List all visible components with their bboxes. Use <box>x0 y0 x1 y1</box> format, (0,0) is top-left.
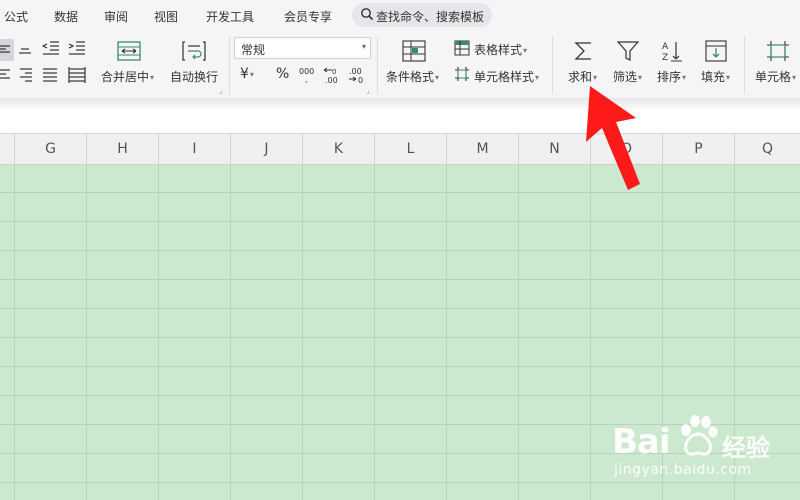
merge-center-label: 合并居中 <box>101 70 150 84</box>
column-header-cell[interactable]: P <box>662 134 734 164</box>
column-header: G H I J K L M N O P Q <box>0 134 800 165</box>
chevron-down-icon: ▾ <box>593 73 598 82</box>
svg-text:0: 0 <box>358 76 363 84</box>
menu-formulas[interactable]: 公式 <box>4 8 28 25</box>
cell-format-icon[interactable] <box>766 40 790 62</box>
fill-icon[interactable] <box>705 40 727 62</box>
table-style-label: 表格样式 <box>474 43 523 57</box>
svg-text:.00: .00 <box>349 67 362 76</box>
menu-data[interactable]: 数据 <box>54 8 78 25</box>
filter-icon[interactable] <box>617 40 639 62</box>
cell-style-label: 单元格样式 <box>474 70 535 84</box>
column-header-cell[interactable]: Q <box>734 134 800 164</box>
chevron-down-icon: ▾ <box>682 73 687 82</box>
number-format-value: 常规 <box>241 43 266 57</box>
sum-icon[interactable] <box>573 40 595 62</box>
align-left-icon[interactable] <box>0 43 12 55</box>
sort-button[interactable]: 排序▾ <box>657 68 686 85</box>
chevron-down-icon: ▾ <box>249 70 254 79</box>
svg-text:.00: .00 <box>325 76 338 84</box>
chevron-down-icon: ▾ <box>150 73 155 82</box>
percent-button[interactable]: % <box>276 66 289 82</box>
align-right-icon[interactable] <box>18 67 34 83</box>
wrap-text-icon[interactable] <box>182 41 206 61</box>
number-format-select[interactable]: 常规 ▾ <box>234 37 371 59</box>
menu-member[interactable]: 会员专享 <box>284 8 332 25</box>
group-separator <box>377 36 378 94</box>
merge-center-icon[interactable] <box>117 41 141 61</box>
sort-icon[interactable]: AZ <box>661 40 683 62</box>
watermark-brand-cn: 经验 <box>722 434 770 462</box>
chevron-down-icon: ▾ <box>638 73 643 82</box>
column-header-cell[interactable]: I <box>158 134 230 164</box>
align-justify-left-icon[interactable] <box>0 68 12 82</box>
table-style-icon[interactable] <box>454 40 470 56</box>
thousands-separator-icon[interactable]: 000, <box>298 66 318 84</box>
dialog-launcher-icon[interactable]: ⌟ <box>366 86 370 95</box>
column-header-cell[interactable]: M <box>446 134 518 164</box>
conditional-format-icon[interactable] <box>402 40 426 62</box>
group-separator <box>744 36 745 94</box>
group-separator <box>552 36 553 94</box>
decrease-decimal-icon[interactable]: .00 0 <box>347 66 367 84</box>
column-header-cell[interactable]: H <box>86 134 158 164</box>
menu-view[interactable]: 视图 <box>154 8 178 25</box>
svg-text:A: A <box>662 42 669 52</box>
sort-label: 排序 <box>657 70 682 84</box>
column-header-cell[interactable]: G <box>14 134 86 164</box>
distributed-icon[interactable] <box>68 67 86 83</box>
fill-button[interactable]: 填充▾ <box>701 68 730 85</box>
align-bottom-icon[interactable] <box>18 42 32 56</box>
chevron-down-icon: ▾ <box>726 73 731 82</box>
menu-developer[interactable]: 开发工具 <box>206 8 254 25</box>
conditional-format-label: 条件格式 <box>386 70 435 84</box>
chevron-down-icon: ▾ <box>792 73 797 82</box>
chevron-down-icon: ▾ <box>535 73 540 82</box>
baidu-watermark: Bai 经验 jingyan.baidu.com <box>612 412 792 492</box>
currency-button[interactable]: ¥▾ <box>240 66 254 82</box>
watermark-brand: Bai <box>612 422 671 462</box>
svg-text:0: 0 <box>332 68 336 76</box>
chevron-down-icon: ▾ <box>523 46 528 55</box>
column-header-cell[interactable]: J <box>230 134 302 164</box>
currency-symbol: ¥ <box>240 66 249 82</box>
conditional-format-button[interactable]: 条件格式▾ <box>386 68 439 85</box>
command-search[interactable]: 查找命令、搜索模板 <box>352 3 492 27</box>
justify-icon[interactable] <box>42 67 58 83</box>
column-header-cell[interactable]: L <box>374 134 446 164</box>
svg-text:Z: Z <box>662 53 668 62</box>
decrease-indent-icon[interactable] <box>42 40 60 56</box>
table-style-button[interactable]: 表格样式▾ <box>474 41 527 58</box>
watermark-url: jingyan.baidu.com <box>614 462 752 478</box>
search-placeholder: 查找命令、搜索模板 <box>376 10 485 24</box>
chevron-down-icon: ▾ <box>361 42 366 51</box>
red-arrow-annotation <box>586 86 640 190</box>
menu-bar: 公式 数据 审阅 视图 开发工具 会员专享 查找命令、搜索模板 <box>0 0 800 32</box>
dialog-launcher-icon[interactable]: ⌟ <box>219 86 223 95</box>
formula-bar[interactable] <box>0 108 800 134</box>
cell-label: 单元格 <box>755 70 792 84</box>
svg-text:,: , <box>305 75 308 84</box>
increase-indent-icon[interactable] <box>68 40 86 56</box>
wrap-text-label[interactable]: 自动换行 <box>170 68 218 85</box>
cell-style-button[interactable]: 单元格样式▾ <box>474 68 539 85</box>
column-header-cell[interactable]: K <box>302 134 374 164</box>
search-icon <box>361 8 374 21</box>
group-separator <box>229 36 230 94</box>
baidu-paw-icon <box>681 415 718 456</box>
cell-style-icon[interactable] <box>454 66 470 82</box>
fill-label: 填充 <box>701 70 726 84</box>
ribbon-divider <box>0 98 800 108</box>
increase-decimal-icon[interactable]: 0.00 <box>322 66 342 84</box>
chevron-down-icon: ▾ <box>435 73 440 82</box>
cell-button[interactable]: 单元格▾ <box>755 68 796 85</box>
menu-review[interactable]: 审阅 <box>104 8 128 25</box>
merge-center-button[interactable]: 合并居中▾ <box>101 68 154 85</box>
